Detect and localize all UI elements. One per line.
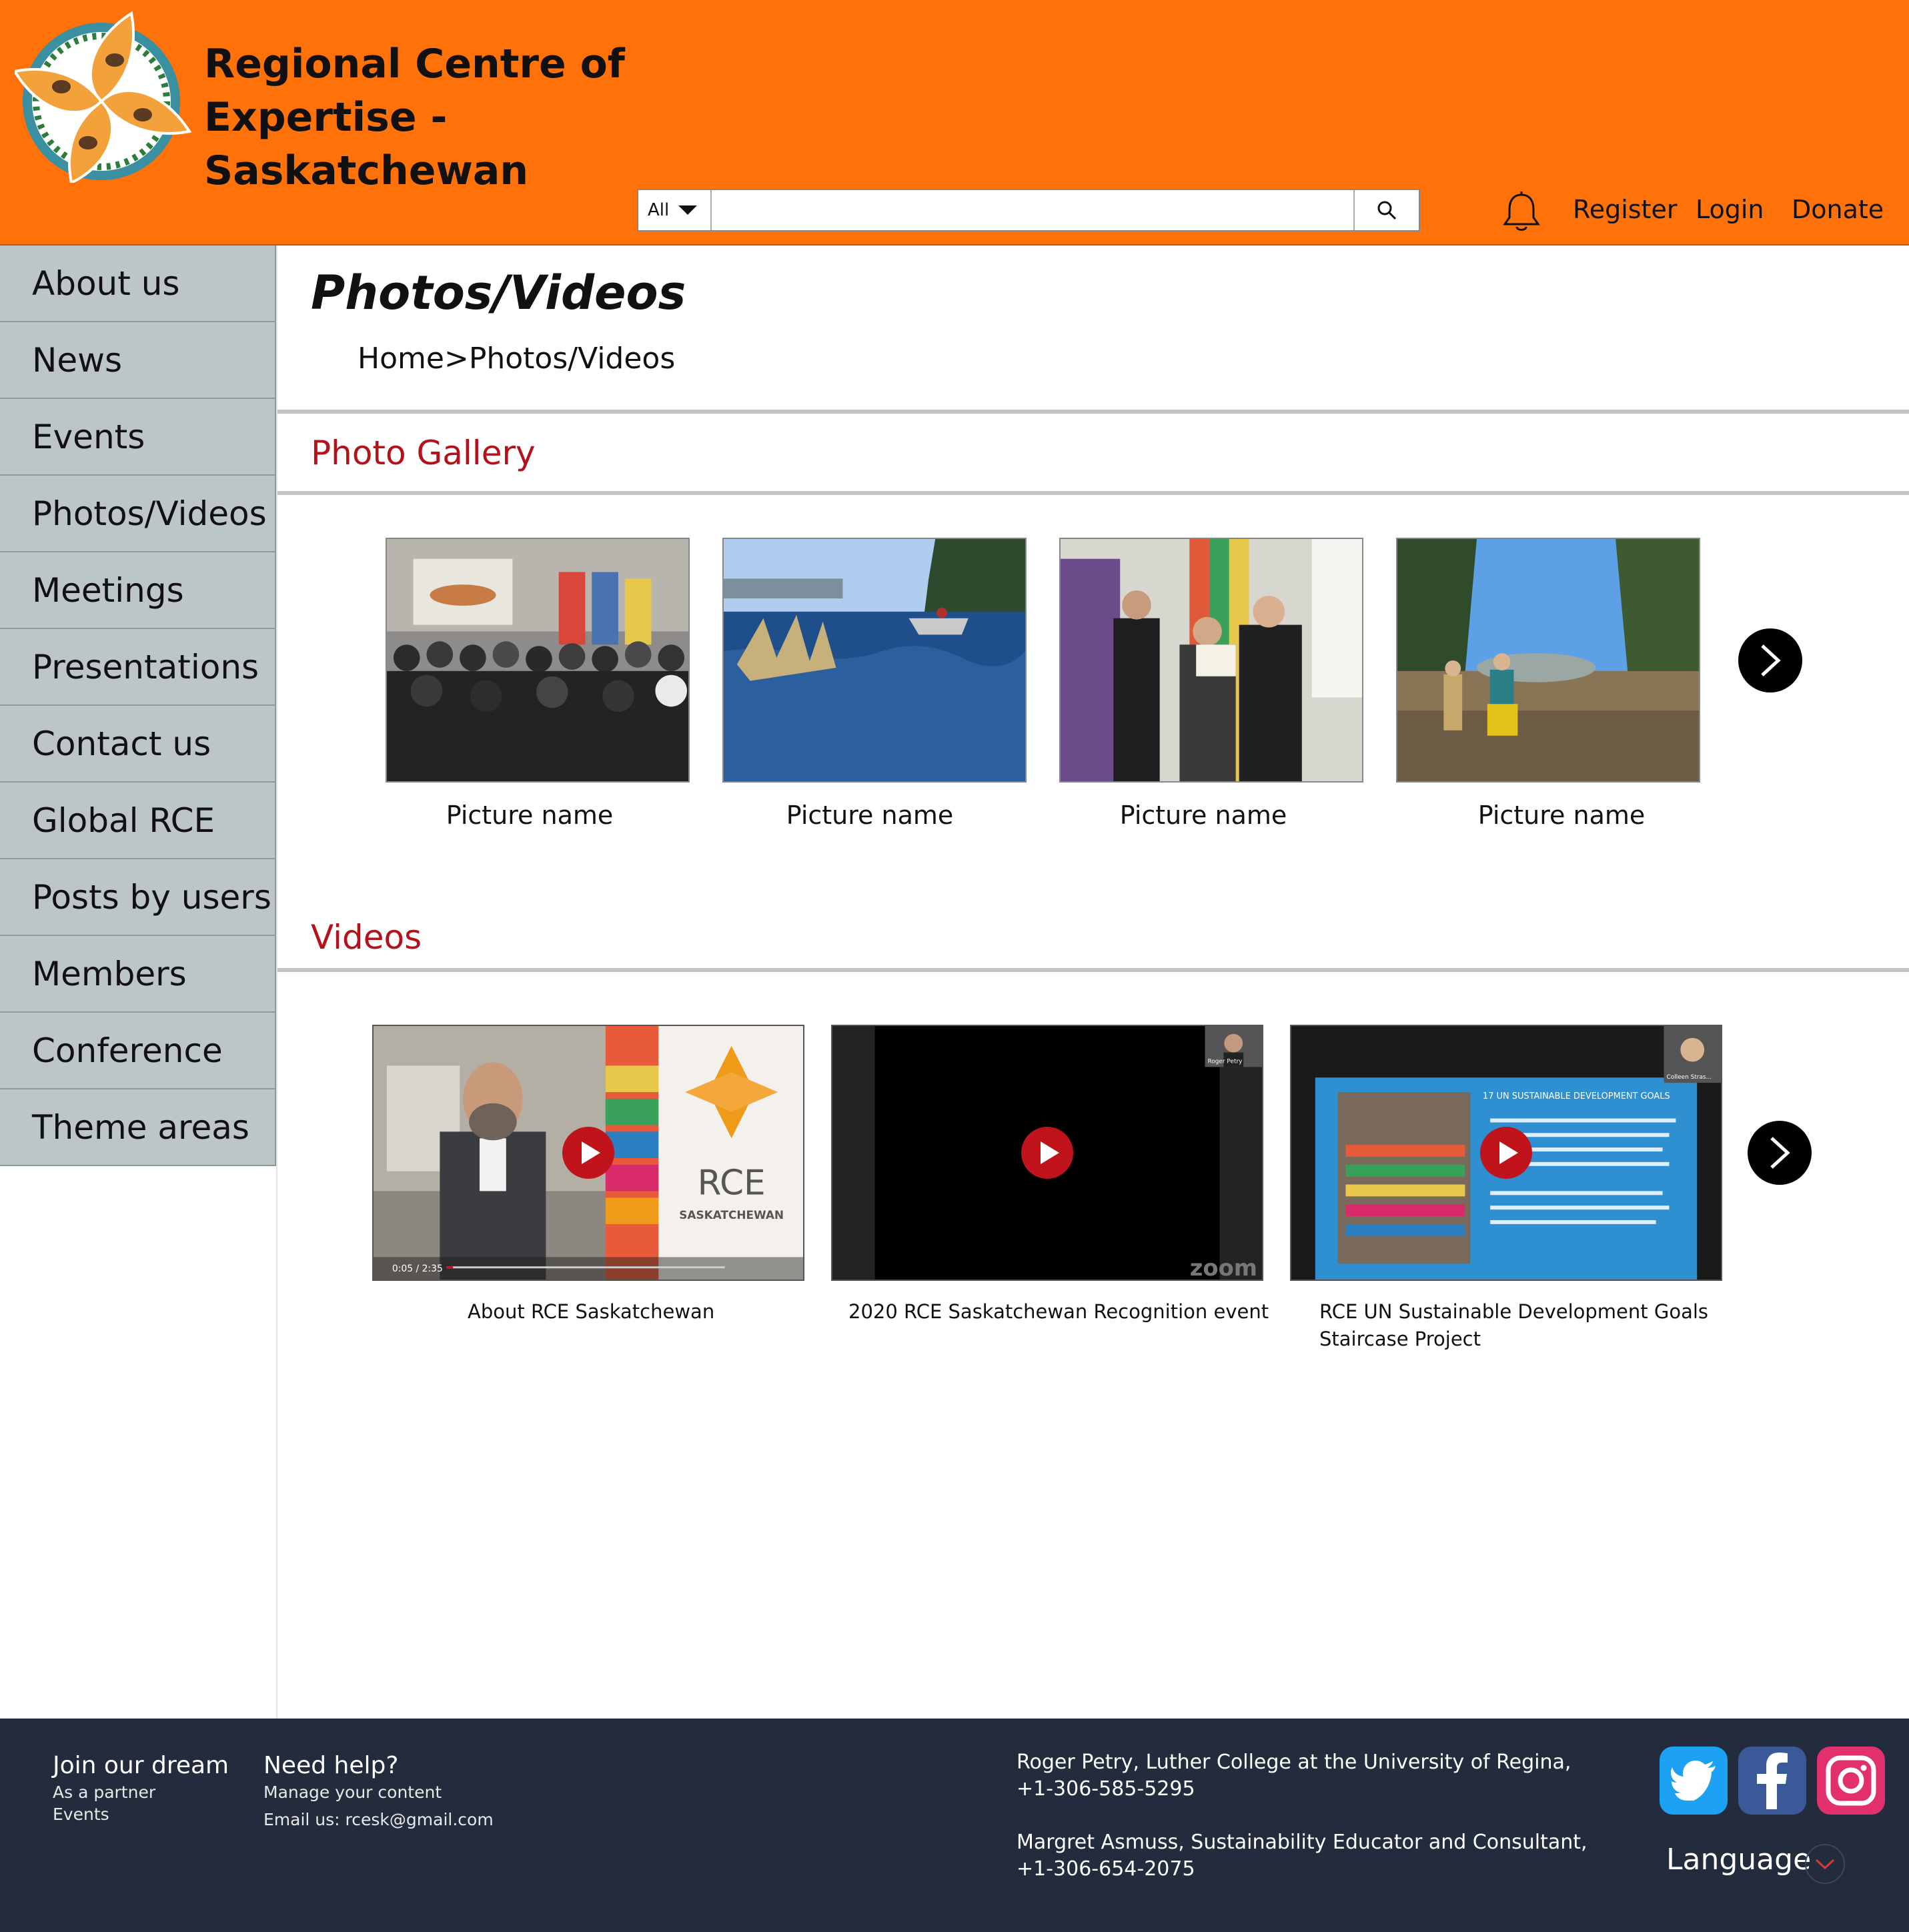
facebook-link[interactable] xyxy=(1738,1747,1806,1815)
video-3-participant: Colleen Stras... xyxy=(1667,1074,1712,1081)
gallery-photo-2[interactable] xyxy=(722,538,1027,783)
search-filter-value: All xyxy=(648,200,670,220)
video-2-caption[interactable]: 2020 RCE Saskatchewan Recognition event xyxy=(848,1298,1269,1326)
video-1-time: 0:05 / 2:35 xyxy=(392,1264,443,1274)
video-1-caption[interactable]: About RCE Saskatchewan xyxy=(468,1298,714,1326)
play-button[interactable] xyxy=(562,1127,614,1179)
videos-next-button[interactable] xyxy=(1748,1121,1812,1185)
divider xyxy=(277,410,1909,414)
video-3-screen-text: 17 UN SUSTAINABLE DEVELOPMENT GOALS xyxy=(1483,1091,1670,1101)
sidebar-item-members[interactable]: Members xyxy=(0,936,276,1013)
chevron-down-icon xyxy=(1815,1859,1835,1870)
sidebar-item-photos-videos[interactable]: Photos/Videos xyxy=(0,476,276,552)
footer-join-heading: Join our dream xyxy=(53,1752,229,1779)
divider xyxy=(277,968,1909,972)
gallery-next-button[interactable] xyxy=(1738,628,1802,692)
video-3-caption[interactable]: RCE UN Sustainable Development Goals Sta… xyxy=(1319,1298,1708,1353)
video-1-screen-text: RCE xyxy=(698,1163,766,1203)
breadcrumb-separator: > xyxy=(444,342,469,376)
search-button[interactable] xyxy=(1353,190,1419,230)
breadcrumb-current: Photos/Videos xyxy=(468,342,676,376)
footer-link-as-partner[interactable]: As a partner xyxy=(53,1783,155,1802)
sidebar-item-news[interactable]: News xyxy=(0,322,276,399)
footer-help-heading: Need help? xyxy=(263,1752,399,1779)
search-filter-select[interactable]: All xyxy=(638,190,712,230)
notifications-bell-icon[interactable] xyxy=(1502,191,1541,232)
sidebar-item-conference[interactable]: Conference xyxy=(0,1013,276,1089)
breadcrumb-home[interactable]: Home xyxy=(358,342,444,376)
sidebar-nav: About us News Events Photos/Videos Meeti… xyxy=(0,246,276,1166)
rce-logo[interactable] xyxy=(12,8,193,185)
footer-link-events[interactable]: Events xyxy=(53,1805,109,1824)
footer-contact-2-phone[interactable]: +1-306-654-2075 xyxy=(1017,1856,1587,1883)
footer-email[interactable]: Email us: rcesk@gmail.com xyxy=(263,1810,494,1829)
site-title: Regional Centre of Expertise - Saskatche… xyxy=(204,37,804,197)
site-header: Regional Centre of Expertise - Saskatche… xyxy=(0,0,1909,246)
twitter-icon xyxy=(1670,1761,1716,1801)
gallery-photo-4-caption: Picture name xyxy=(1477,801,1646,830)
instagram-icon xyxy=(1826,1755,1876,1806)
gallery-photo-1-caption: Picture name xyxy=(446,801,614,830)
play-icon xyxy=(1041,1141,1059,1164)
sidebar-item-global-rce[interactable]: Global RCE xyxy=(0,783,276,859)
gallery-photo-2-caption: Picture name xyxy=(786,801,954,830)
search-input[interactable] xyxy=(712,190,1353,230)
play-icon xyxy=(582,1141,600,1164)
video-2-participant: Roger Petry xyxy=(1208,1058,1243,1065)
instagram-link[interactable] xyxy=(1817,1747,1885,1815)
sidebar-item-meetings[interactable]: Meetings xyxy=(0,552,276,629)
register-link[interactable]: Register xyxy=(1573,195,1677,224)
chevron-right-icon xyxy=(1761,644,1781,676)
gallery-photo-4[interactable] xyxy=(1396,538,1700,783)
twitter-link[interactable] xyxy=(1660,1747,1728,1815)
sidebar-item-theme-areas[interactable]: Theme areas xyxy=(0,1089,276,1166)
video-3-caption-line2: Staircase Project xyxy=(1319,1328,1481,1350)
sidebar-item-contact-us[interactable]: Contact us xyxy=(0,706,276,783)
video-1-screen-subtext: SASKATCHEWAN xyxy=(679,1208,784,1222)
gallery-photo-3-caption: Picture name xyxy=(1119,801,1287,830)
footer-contact-1-phone[interactable]: +1-306-585-5295 xyxy=(1017,1776,1571,1803)
footer-contact-2: Margret Asmuss, Sustainability Educator … xyxy=(1017,1829,1587,1883)
photo-gallery-title: Photo Gallery xyxy=(311,434,536,472)
videos-title: Videos xyxy=(311,918,422,957)
login-link[interactable]: Login xyxy=(1696,195,1764,224)
video-player-3[interactable]: 17 UN SUSTAINABLE DEVELOPMENT GOALS Coll… xyxy=(1290,1025,1722,1281)
gallery-photo-3[interactable] xyxy=(1059,538,1363,783)
language-dropdown-button[interactable] xyxy=(1805,1844,1845,1884)
sidebar-item-events[interactable]: Events xyxy=(0,399,276,476)
play-button[interactable] xyxy=(1021,1127,1073,1179)
video-player-1[interactable]: RCE SASKATCHEWAN 0:05 / 2:35 xyxy=(372,1025,804,1281)
video-3-caption-line1: RCE UN Sustainable Development Goals xyxy=(1319,1300,1709,1323)
facebook-icon xyxy=(1757,1753,1788,1809)
gallery-photo-1[interactable] xyxy=(386,538,690,783)
search-icon xyxy=(1377,201,1397,220)
footer-link-manage-content[interactable]: Manage your content xyxy=(263,1783,442,1802)
sidebar-item-about-us[interactable]: About us xyxy=(0,246,276,322)
sidebar-item-presentations[interactable]: Presentations xyxy=(0,629,276,706)
footer-contact-1: Roger Petry, Luther College at the Unive… xyxy=(1017,1749,1571,1803)
breadcrumb: Home>Photos/Videos xyxy=(358,342,675,376)
sidebar-divider xyxy=(276,246,277,1719)
caret-down-icon xyxy=(678,205,698,215)
page-title: Photos/Videos xyxy=(311,266,686,320)
divider xyxy=(277,491,1909,495)
donate-link[interactable]: Donate xyxy=(1792,195,1884,224)
search-bar: All xyxy=(637,189,1420,231)
language-label[interactable]: Language xyxy=(1666,1843,1811,1877)
chevron-right-icon xyxy=(1770,1137,1790,1169)
site-title-line1: Regional Centre of Expertise - xyxy=(204,41,625,141)
video-player-2[interactable]: Roger Petry zoom xyxy=(831,1025,1263,1281)
play-button[interactable] xyxy=(1480,1127,1532,1179)
footer-contact-1-name: Roger Petry, Luther College at the Unive… xyxy=(1017,1751,1571,1774)
sidebar-item-posts-by-users[interactable]: Posts by users xyxy=(0,859,276,936)
video-2-screen-text: zoom xyxy=(1190,1255,1257,1280)
footer-contact-2-name: Margret Asmuss, Sustainability Educator … xyxy=(1017,1831,1587,1854)
play-icon xyxy=(1499,1141,1518,1164)
